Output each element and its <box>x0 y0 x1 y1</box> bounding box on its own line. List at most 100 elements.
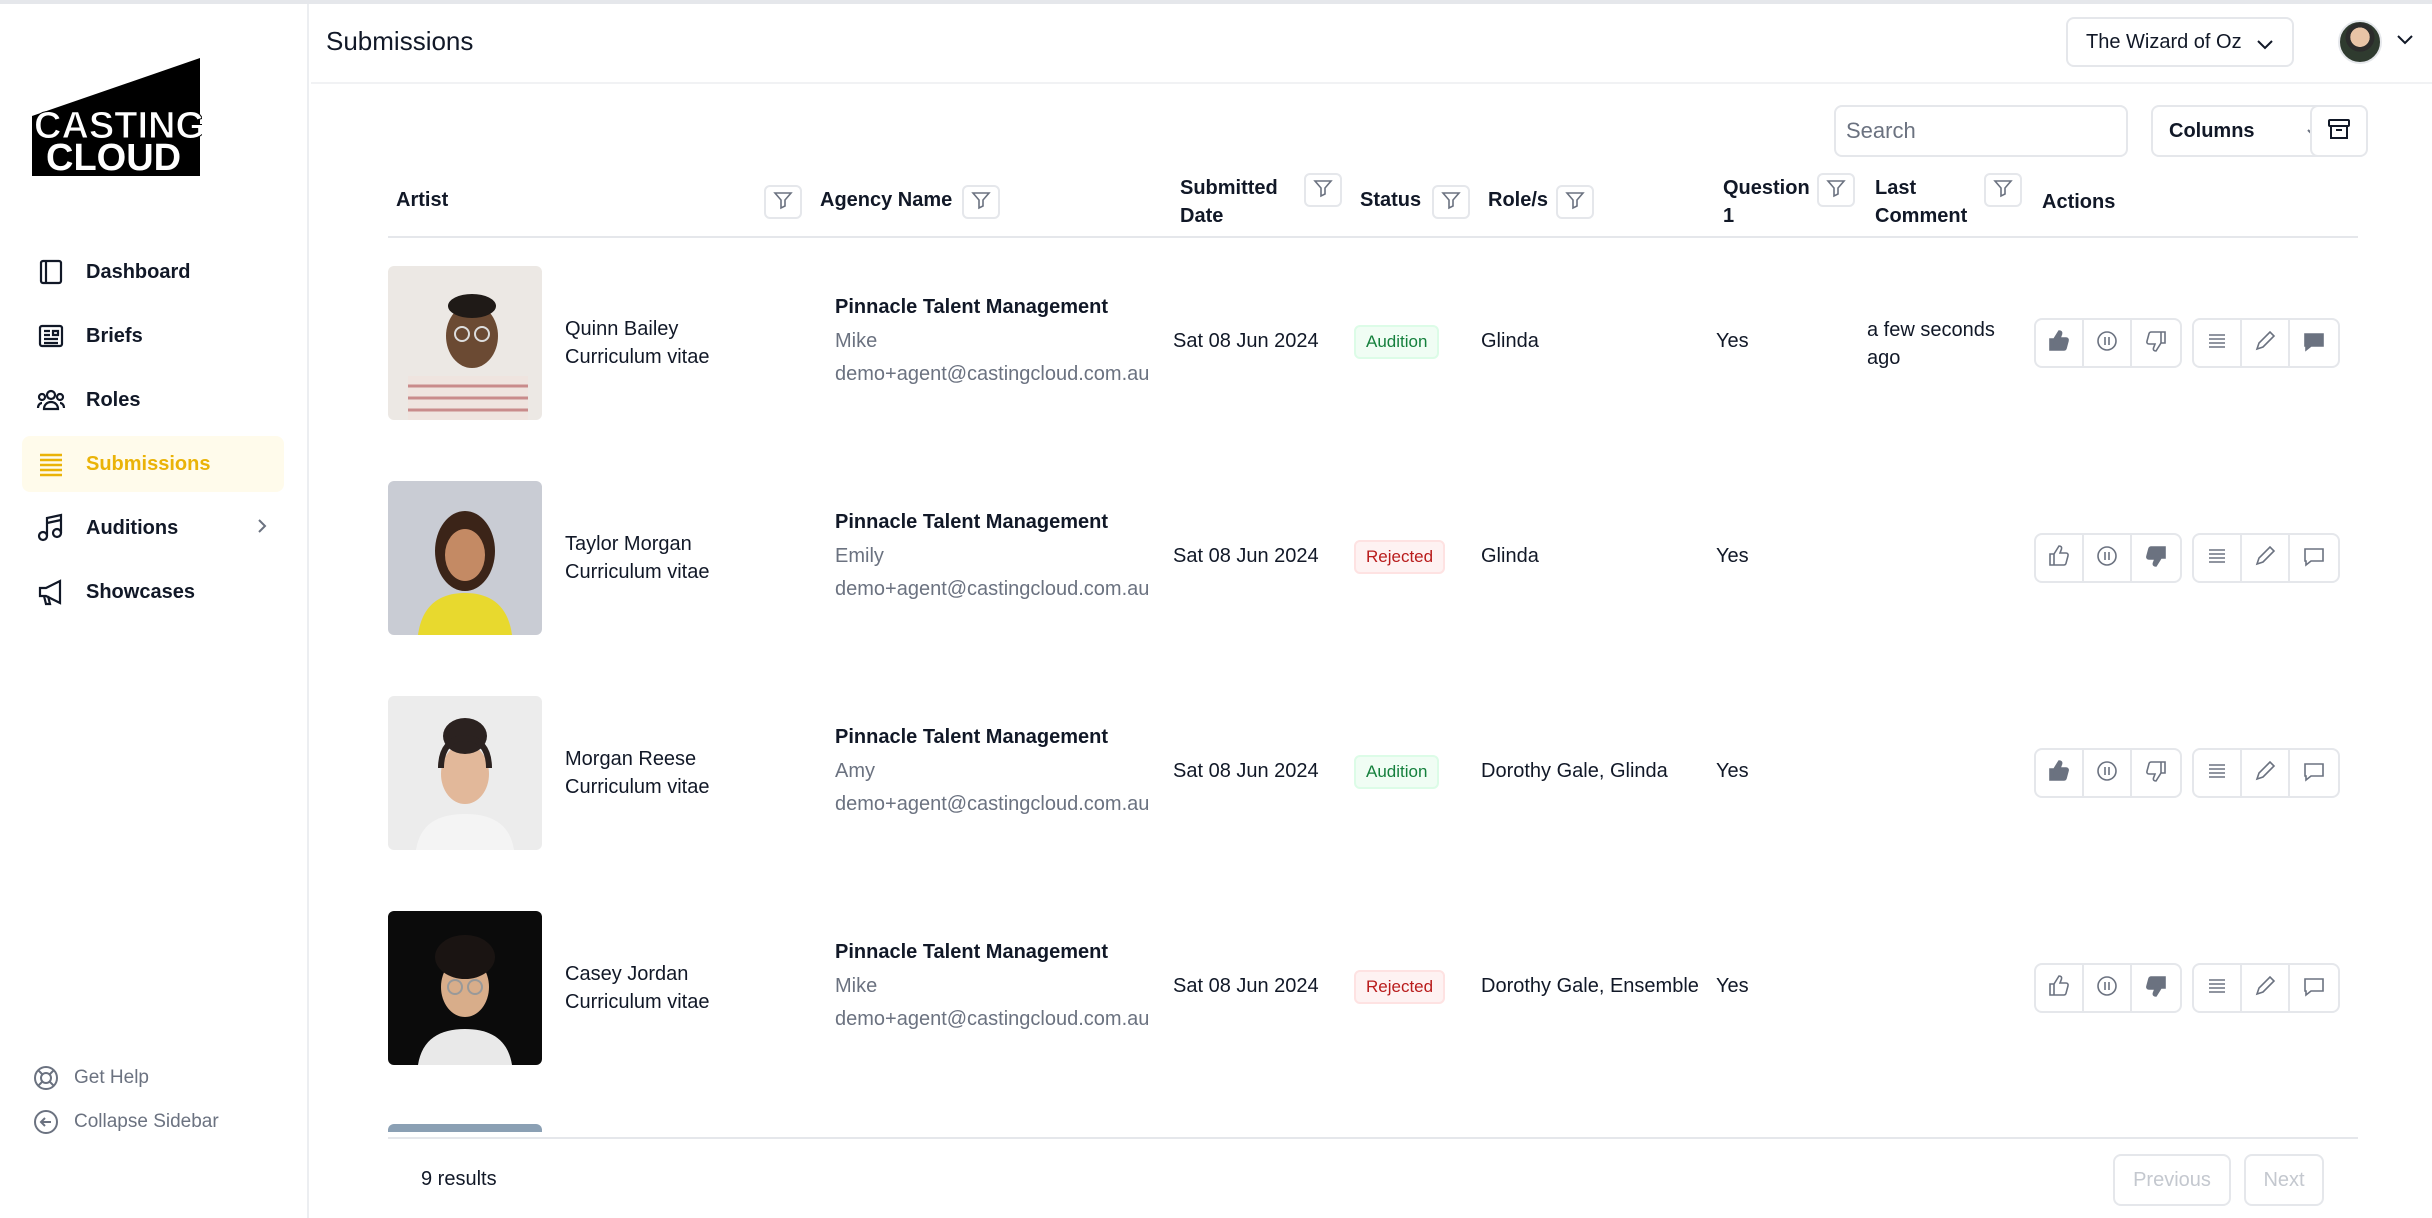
svg-text:CLOUD: CLOUD <box>46 137 181 178</box>
question1-filter-button[interactable] <box>1817 173 1855 207</box>
status-filter-button[interactable] <box>1432 185 1470 219</box>
artist-cv-link[interactable]: Curriculum vitae <box>565 991 709 1014</box>
thumbs-down-button[interactable] <box>2132 320 2180 366</box>
search-input[interactable] <box>1834 105 2128 157</box>
details-button[interactable] <box>2194 965 2242 1011</box>
previous-page-button[interactable]: Previous <box>2113 1154 2231 1206</box>
comment-icon <box>2302 759 2326 788</box>
table-row[interactable]: Taylor Morgan Curriculum vitae Pinnacle … <box>388 481 2358 637</box>
table-row[interactable]: Quinn Bailey Curriculum vitae Pinnacle T… <box>388 266 2358 422</box>
user-menu[interactable] <box>2338 18 2428 66</box>
artist-cv-link[interactable]: Curriculum vitae <box>565 346 709 369</box>
comment-button[interactable] <box>2290 750 2338 796</box>
column-header-agency[interactable]: Agency Name <box>820 186 952 214</box>
agent-name: Mike <box>835 330 878 352</box>
hold-button[interactable] <box>2084 320 2132 366</box>
roles-value: Dorothy Gale, Ensemble <box>1481 975 1699 997</box>
collapse-sidebar-button[interactable]: Collapse Sidebar <box>32 1100 219 1144</box>
artist-filter-button[interactable] <box>764 185 802 219</box>
comment-button[interactable] <box>2290 965 2338 1011</box>
thumbs-up-button[interactable] <box>2036 535 2084 581</box>
agent-email: demo+agent@castingcloud.com.au <box>835 578 1150 600</box>
artist-photo[interactable] <box>388 481 542 635</box>
artist-photo[interactable] <box>388 696 542 850</box>
column-header-status[interactable]: Status <box>1360 186 1421 214</box>
column-header-last-comment-line1[interactable]: Last <box>1875 174 1916 202</box>
column-header-artist[interactable]: Artist <box>396 186 448 214</box>
list-icon <box>2205 974 2229 1003</box>
column-header-submitted-date-line1[interactable]: Submitted <box>1180 174 1278 202</box>
thumbs-down-button[interactable] <box>2132 750 2180 796</box>
details-button[interactable] <box>2194 750 2242 796</box>
edit-button[interactable] <box>2242 965 2290 1011</box>
details-button[interactable] <box>2194 320 2242 366</box>
project-select[interactable]: The Wizard of Oz <box>2066 17 2294 67</box>
pause-circle-icon <box>2095 329 2119 358</box>
pencil-icon <box>2253 974 2277 1003</box>
hold-button[interactable] <box>2084 535 2132 581</box>
artist-name[interactable]: Taylor Morgan <box>565 533 692 556</box>
columns-button-label: Columns <box>2169 119 2255 142</box>
artist-cv-link[interactable]: Curriculum vitae <box>565 561 709 584</box>
date-filter-button[interactable] <box>1304 173 1342 207</box>
thumbs-up-button[interactable] <box>2036 750 2084 796</box>
edit-button[interactable] <box>2242 320 2290 366</box>
casting-cloud-logo[interactable]: CASTING CLOUD <box>32 58 206 179</box>
hold-button[interactable] <box>2084 965 2132 1011</box>
sidebar-item-label: Briefs <box>86 324 143 347</box>
get-help-link[interactable]: Get Help <box>32 1056 219 1100</box>
edit-button[interactable] <box>2242 535 2290 581</box>
sidebar-item-auditions[interactable]: Auditions <box>22 500 284 556</box>
filter-icon <box>1441 190 1461 215</box>
artist-name[interactable]: Morgan Reese <box>565 748 696 771</box>
window-top-edge <box>0 0 2432 4</box>
next-page-button[interactable]: Next <box>2244 1154 2324 1206</box>
comment-button[interactable] <box>2290 535 2338 581</box>
next-row-photo-peek <box>388 1124 542 1132</box>
sidebar-item-showcases[interactable]: Showcases <box>22 564 284 620</box>
comment-button[interactable] <box>2290 320 2338 366</box>
table-row[interactable]: Casey Jordan Curriculum vitae Pinnacle T… <box>388 911 2358 1067</box>
music-note-icon <box>36 513 66 543</box>
sidebar-item-submissions[interactable]: Submissions <box>22 436 284 492</box>
artist-photo[interactable] <box>388 911 542 1065</box>
sidebar-item-briefs[interactable]: Briefs <box>22 308 284 364</box>
list-icon <box>2205 544 2229 573</box>
thumbs-up-button[interactable] <box>2036 965 2084 1011</box>
artist-cv-link[interactable]: Curriculum vitae <box>565 776 709 799</box>
pencil-icon <box>2253 544 2277 573</box>
submitted-date: Sat 08 Jun 2024 <box>1173 760 1319 782</box>
list-icon <box>2205 329 2229 358</box>
edit-button[interactable] <box>2242 750 2290 796</box>
column-header-roles[interactable]: Role/s <box>1488 186 1548 214</box>
pause-circle-icon <box>2095 544 2119 573</box>
table-row[interactable]: Morgan Reese Curriculum vitae Pinnacle T… <box>388 696 2358 852</box>
sidebar-nav: Dashboard Briefs Roles Submissions Audit… <box>22 244 284 628</box>
sidebar-item-label: Dashboard <box>86 260 191 283</box>
results-count: 9 results <box>421 1168 497 1190</box>
last-comment-line1: a few seconds <box>1867 319 1995 341</box>
hold-button[interactable] <box>2084 750 2132 796</box>
details-button[interactable] <box>2194 535 2242 581</box>
thumbs-down-button[interactable] <box>2132 535 2180 581</box>
artist-name[interactable]: Casey Jordan <box>565 963 688 986</box>
thumbs-up-button[interactable] <box>2036 320 2084 366</box>
column-header-question1-line1[interactable]: Question <box>1723 174 1810 202</box>
agency-filter-button[interactable] <box>962 185 1000 219</box>
row-tools <box>2192 963 2340 1013</box>
agent-email: demo+agent@castingcloud.com.au <box>835 363 1150 385</box>
chevron-right-icon <box>256 517 268 540</box>
table-header: Artist Agency Name Submitted Date Status… <box>388 170 2358 238</box>
last-comment-filter-button[interactable] <box>1984 173 2022 207</box>
thumbs-down-button[interactable] <box>2132 965 2180 1011</box>
agent-email: demo+agent@castingcloud.com.au <box>835 1008 1150 1030</box>
sidebar-item-roles[interactable]: Roles <box>22 372 284 428</box>
arrow-left-circle-icon <box>32 1108 60 1136</box>
sidebar-item-dashboard[interactable]: Dashboard <box>22 244 284 300</box>
row-tools <box>2192 318 2340 368</box>
archive-button[interactable] <box>2310 105 2368 157</box>
sidebar-footer: Get Help Collapse Sidebar <box>32 1056 219 1144</box>
artist-name[interactable]: Quinn Bailey <box>565 318 678 341</box>
artist-photo[interactable] <box>388 266 542 420</box>
roles-filter-button[interactable] <box>1556 185 1594 219</box>
